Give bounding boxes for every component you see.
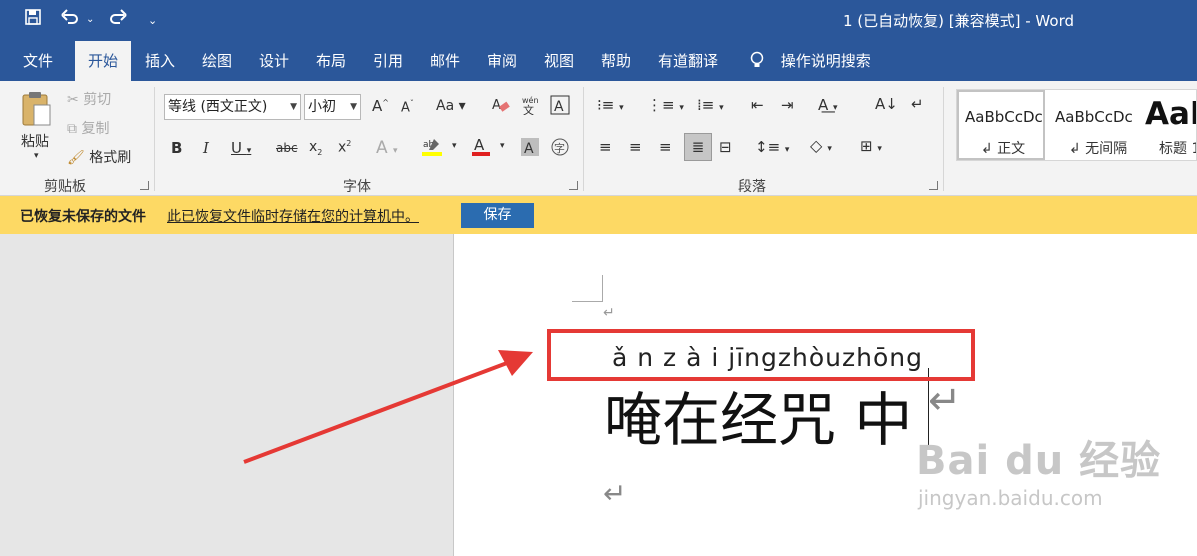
watermark-brand: Bai du 经验	[916, 438, 1162, 484]
watermark-url: jingyan.baidu.com	[918, 486, 1103, 510]
baidu-watermark: Bai du 经验 jingyan.baidu.com	[916, 428, 1161, 510]
